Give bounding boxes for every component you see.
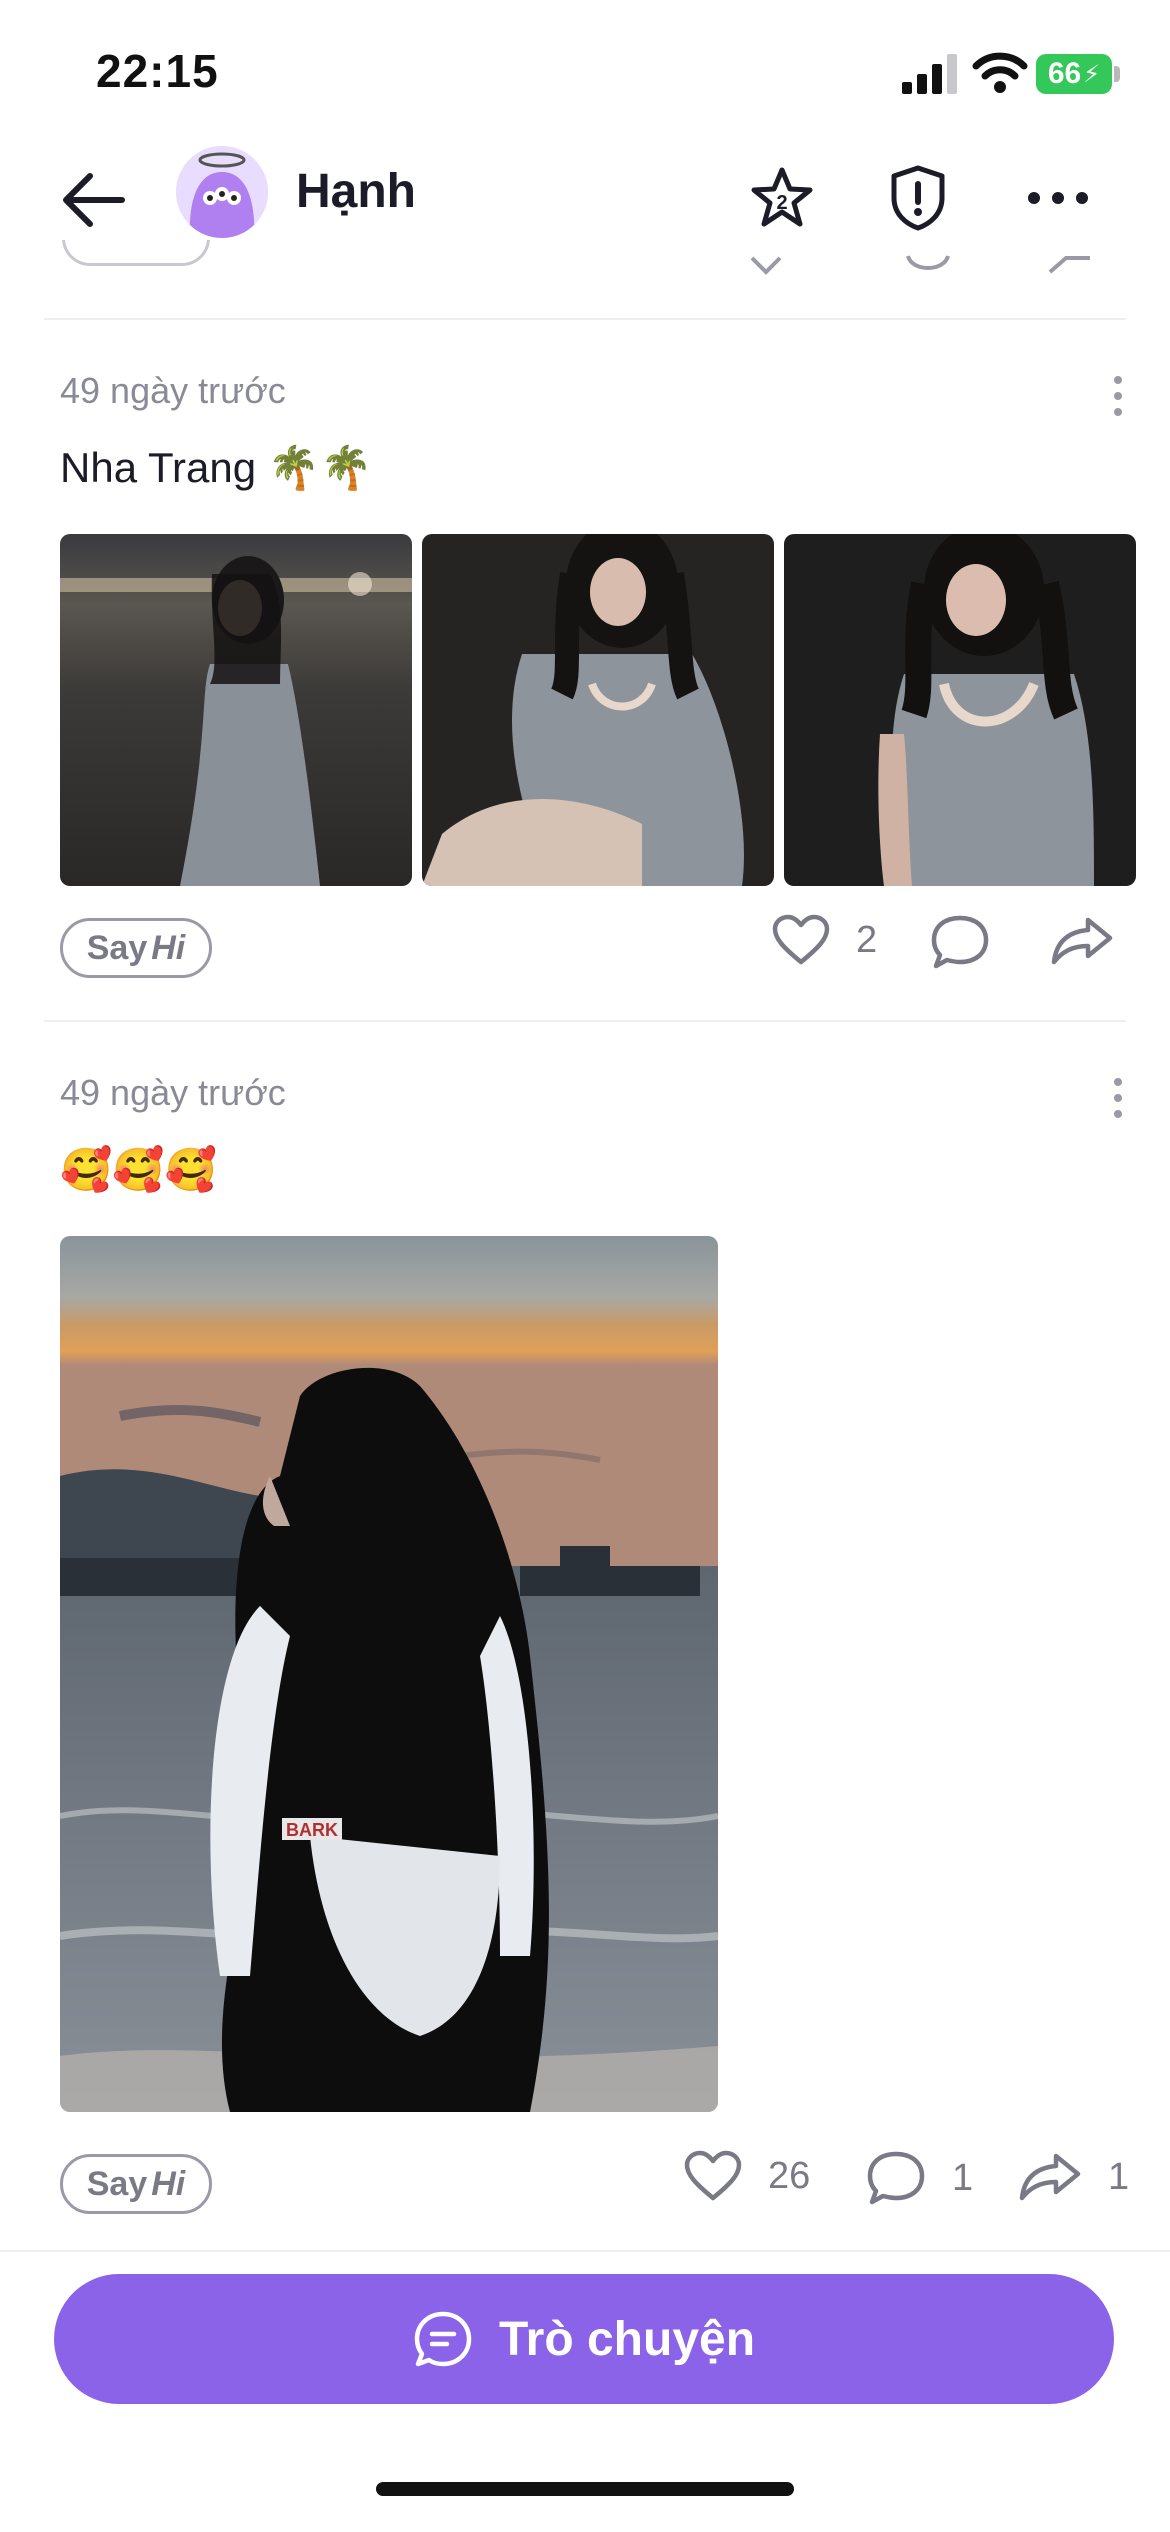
battery-indicator: 66 ⚡ xyxy=(1036,54,1112,94)
like-count: 26 xyxy=(768,2154,811,2197)
heart-icon xyxy=(772,914,830,965)
post-photo[interactable] xyxy=(784,534,1136,886)
post-photo[interactable] xyxy=(422,534,774,886)
svg-text:2: 2 xyxy=(776,192,787,214)
post-card: 49 ngày trước Nha Trang 🌴🌴 Say Hi 2 xyxy=(0,320,1170,978)
avatar[interactable] xyxy=(176,146,268,238)
star-icon: 2 xyxy=(751,167,813,227)
share-icon xyxy=(1051,917,1113,965)
post-photo[interactable] xyxy=(60,534,412,886)
heart-icon xyxy=(684,2150,742,2201)
like-count: 2 xyxy=(856,918,878,961)
like-button[interactable]: 26 xyxy=(684,2150,810,2202)
favorite-button[interactable]: 2 xyxy=(742,158,822,238)
comment-count: 1 xyxy=(952,2156,974,2199)
post-feed[interactable]: 49 ngày trước Nha Trang 🌴🌴 Say Hi 2 49 n… xyxy=(0,240,1170,2250)
share-icon-partial xyxy=(1048,256,1090,274)
sayhi-say-label: Say xyxy=(86,928,148,967)
sayhi-hi-label: Hi xyxy=(151,2164,186,2203)
comment-icon-partial xyxy=(906,255,950,270)
sayhi-say-label: Say xyxy=(86,2164,148,2203)
share-button[interactable]: 1 xyxy=(1018,2152,1129,2202)
shield-alert-icon xyxy=(891,165,945,231)
signal-icon xyxy=(902,54,957,94)
bottom-bar: Trò chuyện xyxy=(0,2250,1170,2532)
post-photo[interactable]: BARK xyxy=(60,1236,718,2112)
previous-post-stub xyxy=(0,240,1170,320)
back-button[interactable] xyxy=(56,162,132,238)
post-time: 49 ngày trước xyxy=(60,370,286,411)
home-indicator xyxy=(376,2482,794,2496)
post-time: 49 ngày trước xyxy=(60,1072,286,1113)
sayhi-button[interactable]: Say Hi xyxy=(60,918,212,978)
post-caption: Nha Trang 🌴🌴 xyxy=(60,444,373,491)
chat-button-label: Trò chuyện xyxy=(498,2312,756,2366)
arrow-left-icon xyxy=(63,173,125,227)
post-card: 49 ngày trước 🥰🥰🥰 BARK Say Hi 26 1 1 xyxy=(0,1022,1170,2250)
comment-button[interactable]: 1 xyxy=(866,2150,973,2206)
like-button[interactable]: 2 xyxy=(772,914,877,966)
wifi-icon xyxy=(972,52,1028,93)
more-options-button[interactable] xyxy=(1018,158,1098,238)
comment-button[interactable] xyxy=(930,914,1016,970)
comment-icon xyxy=(867,2151,925,2205)
share-icon xyxy=(1019,2153,1081,2201)
status-bar: 22:15 66 ⚡ xyxy=(0,0,1170,140)
share-count: 1 xyxy=(1108,2155,1130,2198)
post-more-button[interactable] xyxy=(1096,1068,1140,1128)
share-button[interactable] xyxy=(1050,916,1140,966)
monster-avatar-icon xyxy=(176,146,268,238)
battery-level: 66 xyxy=(1047,57,1082,90)
heart-icon-partial xyxy=(750,256,782,275)
svg-text:BARK: BARK xyxy=(286,1820,338,1840)
post-caption: 🥰🥰🥰 xyxy=(60,1146,217,1193)
sayhi-hi-label: Hi xyxy=(151,928,186,967)
battery-cap xyxy=(1114,66,1120,82)
sayhi-button[interactable]: Say Hi xyxy=(60,2154,212,2214)
chat-button[interactable]: Trò chuyện xyxy=(54,2274,1114,2404)
sayhi-button-partial[interactable] xyxy=(62,240,210,266)
post-more-button[interactable] xyxy=(1096,366,1140,426)
comment-icon xyxy=(931,915,989,969)
chat-bubble-icon xyxy=(414,2311,472,2367)
profile-name[interactable]: Hạnh xyxy=(296,164,416,219)
report-button[interactable] xyxy=(878,158,958,238)
status-time: 22:15 xyxy=(96,45,219,97)
more-horizontal-icon xyxy=(1028,192,1088,204)
